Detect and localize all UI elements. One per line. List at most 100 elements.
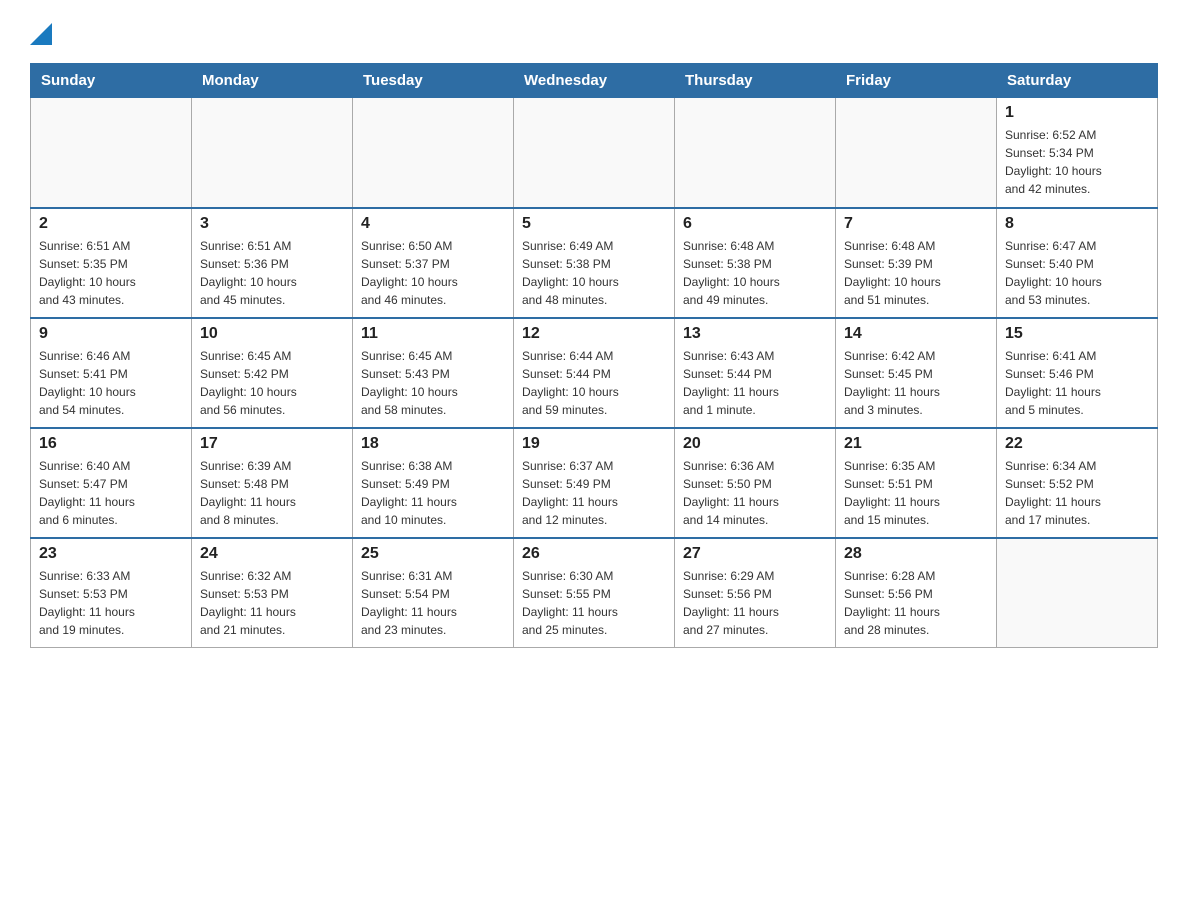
day-number: 24	[200, 545, 344, 563]
day-info: Sunrise: 6:38 AM Sunset: 5:49 PM Dayligh…	[361, 457, 505, 529]
table-row	[353, 98, 514, 208]
day-number: 2	[39, 215, 183, 233]
logo-triangle-icon	[30, 23, 52, 45]
table-row: 10 Sunrise: 6:45 AM Sunset: 5:42 PM Dayli…	[192, 318, 353, 428]
table-row: 7 Sunrise: 6:48 AM Sunset: 5:39 PM Daylig…	[836, 208, 997, 318]
table-row: 4Sunrise: 6:50 AM Sunset: 5:37 PM Daylig…	[353, 208, 514, 318]
day-info: Sunrise: 6:49 AM Sunset: 5:38 PM Dayligh…	[522, 237, 666, 309]
table-row: 9 Sunrise: 6:46 AM Sunset: 5:41 PM Daylig…	[31, 318, 192, 428]
calendar-week-row: 23 Sunrise: 6:33 AM Sunset: 5:53 PM Dayli…	[31, 538, 1158, 648]
col-friday: Friday	[836, 64, 997, 98]
table-row: 1 Sunrise: 6:52 AM Sunset: 5:34 PM Daylig…	[997, 98, 1158, 208]
table-row: 28 Sunrise: 6:28 AM Sunset: 5:56 PM Dayli…	[836, 538, 997, 648]
calendar-week-row: 1 Sunrise: 6:52 AM Sunset: 5:34 PM Daylig…	[31, 98, 1158, 208]
col-thursday: Thursday	[675, 64, 836, 98]
table-row: 15 Sunrise: 6:41 AM Sunset: 5:46 PM Dayli…	[997, 318, 1158, 428]
table-row: 6 Sunrise: 6:48 AM Sunset: 5:38 PM Daylig…	[675, 208, 836, 318]
day-number: 9	[39, 325, 183, 343]
table-row	[514, 98, 675, 208]
table-row: 17 Sunrise: 6:39 AM Sunset: 5:48 PM Dayli…	[192, 428, 353, 538]
table-row: 23 Sunrise: 6:33 AM Sunset: 5:53 PM Dayli…	[31, 538, 192, 648]
table-row: 21 Sunrise: 6:35 AM Sunset: 5:51 PM Dayli…	[836, 428, 997, 538]
day-info: Sunrise: 6:33 AM Sunset: 5:53 PM Dayligh…	[39, 567, 183, 639]
table-row: 25 Sunrise: 6:31 AM Sunset: 5:54 PM Dayli…	[353, 538, 514, 648]
calendar-week-row: 9 Sunrise: 6:46 AM Sunset: 5:41 PM Daylig…	[31, 318, 1158, 428]
day-number: 4	[361, 215, 505, 233]
calendar-week-row: 2 Sunrise: 6:51 AM Sunset: 5:35 PM Daylig…	[31, 208, 1158, 318]
table-row	[997, 538, 1158, 648]
table-row: 14 Sunrise: 6:42 AM Sunset: 5:45 PM Dayli…	[836, 318, 997, 428]
table-row: 20 Sunrise: 6:36 AM Sunset: 5:50 PM Dayli…	[675, 428, 836, 538]
day-info: Sunrise: 6:35 AM Sunset: 5:51 PM Dayligh…	[844, 457, 988, 529]
day-number: 1	[1005, 104, 1149, 122]
table-row: 22 Sunrise: 6:34 AM Sunset: 5:52 PM Dayli…	[997, 428, 1158, 538]
day-number: 28	[844, 545, 988, 563]
table-row: 18 Sunrise: 6:38 AM Sunset: 5:49 PM Dayli…	[353, 428, 514, 538]
day-info: Sunrise: 6:41 AM Sunset: 5:46 PM Dayligh…	[1005, 347, 1149, 419]
day-info: Sunrise: 6:30 AM Sunset: 5:55 PM Dayligh…	[522, 567, 666, 639]
table-row: 13Sunrise: 6:43 AM Sunset: 5:44 PM Dayli…	[675, 318, 836, 428]
table-row: 8 Sunrise: 6:47 AM Sunset: 5:40 PM Daylig…	[997, 208, 1158, 318]
day-number: 5	[522, 215, 666, 233]
day-number: 26	[522, 545, 666, 563]
col-sunday: Sunday	[31, 64, 192, 98]
table-row: 5 Sunrise: 6:49 AM Sunset: 5:38 PM Daylig…	[514, 208, 675, 318]
day-info: Sunrise: 6:36 AM Sunset: 5:50 PM Dayligh…	[683, 457, 827, 529]
table-row	[192, 98, 353, 208]
day-number: 12	[522, 325, 666, 343]
day-info: Sunrise: 6:51 AM Sunset: 5:35 PM Dayligh…	[39, 237, 183, 309]
day-number: 20	[683, 435, 827, 453]
page-header	[30, 20, 1158, 53]
calendar-table: Sunday Monday Tuesday Wednesday Thursday…	[30, 63, 1158, 648]
day-info: Sunrise: 6:37 AM Sunset: 5:49 PM Dayligh…	[522, 457, 666, 529]
day-info: Sunrise: 6:52 AM Sunset: 5:34 PM Dayligh…	[1005, 126, 1149, 198]
table-row: 27 Sunrise: 6:29 AM Sunset: 5:56 PM Dayli…	[675, 538, 836, 648]
table-row: 19 Sunrise: 6:37 AM Sunset: 5:49 PM Dayli…	[514, 428, 675, 538]
day-number: 16	[39, 435, 183, 453]
day-number: 6	[683, 215, 827, 233]
day-info: Sunrise: 6:46 AM Sunset: 5:41 PM Dayligh…	[39, 347, 183, 419]
day-number: 18	[361, 435, 505, 453]
table-row	[675, 98, 836, 208]
day-info: Sunrise: 6:45 AM Sunset: 5:42 PM Dayligh…	[200, 347, 344, 419]
day-number: 23	[39, 545, 183, 563]
table-row	[31, 98, 192, 208]
logo	[30, 20, 56, 53]
col-saturday: Saturday	[997, 64, 1158, 98]
table-row: 12 Sunrise: 6:44 AM Sunset: 5:44 PM Dayli…	[514, 318, 675, 428]
day-info: Sunrise: 6:31 AM Sunset: 5:54 PM Dayligh…	[361, 567, 505, 639]
day-info: Sunrise: 6:42 AM Sunset: 5:45 PM Dayligh…	[844, 347, 988, 419]
day-number: 22	[1005, 435, 1149, 453]
day-number: 10	[200, 325, 344, 343]
col-monday: Monday	[192, 64, 353, 98]
day-number: 25	[361, 545, 505, 563]
table-row	[836, 98, 997, 208]
table-row: 2 Sunrise: 6:51 AM Sunset: 5:35 PM Daylig…	[31, 208, 192, 318]
day-info: Sunrise: 6:34 AM Sunset: 5:52 PM Dayligh…	[1005, 457, 1149, 529]
day-number: 8	[1005, 215, 1149, 233]
day-info: Sunrise: 6:48 AM Sunset: 5:38 PM Dayligh…	[683, 237, 827, 309]
table-row: 3Sunrise: 6:51 AM Sunset: 5:36 PM Daylig…	[192, 208, 353, 318]
col-wednesday: Wednesday	[514, 64, 675, 98]
day-info: Sunrise: 6:29 AM Sunset: 5:56 PM Dayligh…	[683, 567, 827, 639]
day-number: 14	[844, 325, 988, 343]
day-number: 15	[1005, 325, 1149, 343]
table-row: 26 Sunrise: 6:30 AM Sunset: 5:55 PM Dayli…	[514, 538, 675, 648]
day-number: 27	[683, 545, 827, 563]
day-info: Sunrise: 6:39 AM Sunset: 5:48 PM Dayligh…	[200, 457, 344, 529]
day-info: Sunrise: 6:32 AM Sunset: 5:53 PM Dayligh…	[200, 567, 344, 639]
day-info: Sunrise: 6:28 AM Sunset: 5:56 PM Dayligh…	[844, 567, 988, 639]
day-number: 7	[844, 215, 988, 233]
day-info: Sunrise: 6:51 AM Sunset: 5:36 PM Dayligh…	[200, 237, 344, 309]
table-row: 11Sunrise: 6:45 AM Sunset: 5:43 PM Dayli…	[353, 318, 514, 428]
day-number: 21	[844, 435, 988, 453]
day-info: Sunrise: 6:44 AM Sunset: 5:44 PM Dayligh…	[522, 347, 666, 419]
col-tuesday: Tuesday	[353, 64, 514, 98]
table-row: 24 Sunrise: 6:32 AM Sunset: 5:53 PM Dayli…	[192, 538, 353, 648]
day-number: 19	[522, 435, 666, 453]
day-number: 11	[361, 325, 505, 343]
day-info: Sunrise: 6:48 AM Sunset: 5:39 PM Dayligh…	[844, 237, 988, 309]
day-info: Sunrise: 6:47 AM Sunset: 5:40 PM Dayligh…	[1005, 237, 1149, 309]
day-number: 17	[200, 435, 344, 453]
day-info: Sunrise: 6:40 AM Sunset: 5:47 PM Dayligh…	[39, 457, 183, 529]
